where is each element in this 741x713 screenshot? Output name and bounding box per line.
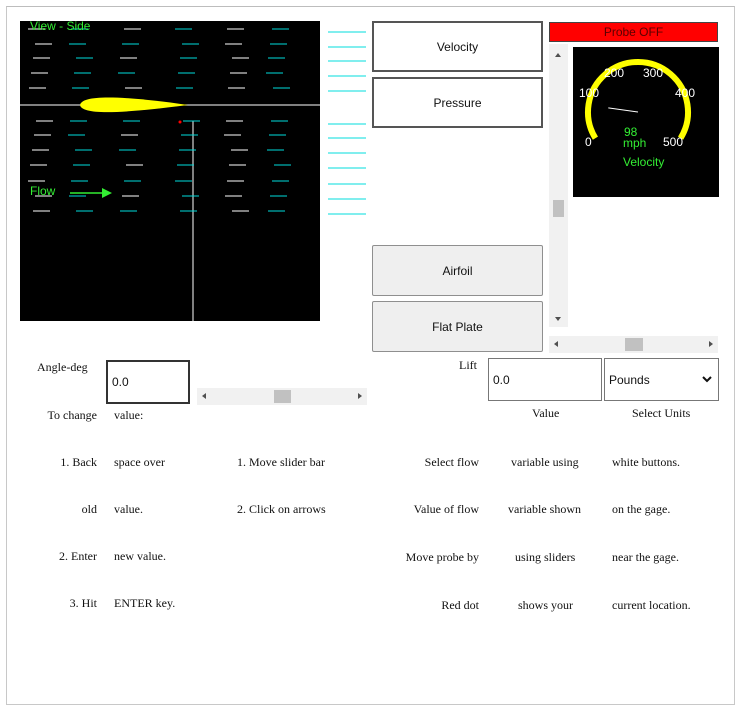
gauge-tick-100: 100 — [579, 86, 599, 100]
instr-left-2-a: old — [81, 502, 97, 516]
instr-right-1-c: on the gage. — [612, 502, 671, 516]
scroll-right-icon[interactable] — [358, 393, 362, 399]
airfoil-shape — [80, 97, 188, 113]
scroll-down-icon[interactable] — [555, 317, 561, 321]
instr-left-1-c: 1. Move slider bar — [237, 455, 325, 469]
lift-value-field[interactable]: 0.0 — [488, 358, 602, 401]
probe-vertical-scrollbar[interactable] — [549, 44, 568, 327]
instr-right-3-b: shows your — [518, 598, 574, 612]
gauge-tick-200: 200 — [604, 66, 624, 80]
gauge-arc — [585, 59, 691, 140]
instr-left-3-b: new value. — [114, 549, 166, 563]
lift-label: Lift — [459, 358, 477, 372]
velocity-button[interactable]: Velocity — [372, 21, 543, 72]
flow-label: Flow — [30, 184, 56, 198]
scroll-right-icon[interactable] — [709, 341, 713, 347]
angle-slider[interactable] — [197, 388, 367, 405]
instr-left-1-b: space over — [114, 455, 165, 469]
angle-label: Angle-deg — [37, 360, 88, 374]
velocity-gauge: 0 100 200 300 400 500 98 mph Velocity — [573, 47, 719, 197]
gauge-tick-400: 400 — [675, 86, 695, 100]
pressure-button[interactable]: Pressure — [372, 77, 543, 128]
instr-left-0-a: To change — [47, 408, 97, 422]
units-select[interactable]: Pounds — [604, 358, 719, 401]
chevron-down-icon — [702, 376, 712, 383]
scroll-left-icon[interactable] — [554, 341, 558, 347]
probe-toggle-button[interactable]: Probe OFF — [549, 22, 718, 42]
gauge-tick-0: 0 — [585, 135, 592, 149]
flow-field-canvas — [20, 28, 366, 321]
instr-right-0-b: variable using — [511, 455, 579, 469]
flat-plate-button[interactable]: Flat Plate — [372, 301, 543, 352]
units-caption: Select Units — [632, 406, 691, 420]
instr-right-3-c: current location. — [612, 598, 691, 612]
flow-arrow-icon — [70, 188, 112, 198]
gauge-needle — [608, 107, 639, 113]
probe-vertical-thumb[interactable] — [553, 200, 564, 218]
scroll-up-icon[interactable] — [555, 53, 561, 57]
instr-left-1-a: 1. Back — [60, 455, 97, 469]
gauge-tick-300: 300 — [643, 66, 663, 80]
probe-location-dot — [178, 120, 182, 124]
instr-left-0-b: value: — [114, 408, 144, 422]
instr-left-2-b: value. — [114, 502, 143, 516]
flow-view-panel — [20, 21, 366, 321]
instr-right-2-c: near the gage. — [612, 550, 679, 564]
instr-right-2-b: using sliders — [515, 550, 576, 564]
gauge-unit: mph — [623, 136, 646, 150]
instr-right-2-a: Move probe by — [405, 550, 479, 564]
lift-value-caption: Value — [532, 406, 560, 420]
instr-left-4-a: 3. Hit — [69, 596, 97, 610]
instr-right-1-b: variable shown — [508, 502, 581, 516]
instr-right-0-a: Select flow — [424, 455, 479, 469]
scroll-left-icon[interactable] — [202, 393, 206, 399]
instr-right-3-a: Red dot — [441, 598, 479, 612]
instr-right-1-a: Value of flow — [413, 502, 479, 516]
gauge-tick-500: 500 — [663, 135, 683, 149]
instr-left-3-a: 2. Enter — [59, 549, 97, 563]
angle-slider-thumb[interactable] — [273, 390, 291, 403]
airfoil-button[interactable]: Airfoil — [372, 245, 543, 296]
view-title: View - Side — [30, 19, 91, 33]
instr-right-0-c: white buttons. — [612, 455, 680, 469]
units-selected-value: Pounds — [609, 372, 650, 387]
probe-horizontal-thumb[interactable] — [624, 338, 643, 351]
instr-left-2-c: 2. Click on arrows — [237, 502, 326, 516]
instr-left-4-b: ENTER key. — [114, 596, 176, 610]
probe-horizontal-scrollbar[interactable] — [549, 336, 718, 353]
angle-input[interactable]: 0.0 — [106, 360, 190, 404]
gauge-label: Velocity — [623, 155, 664, 169]
